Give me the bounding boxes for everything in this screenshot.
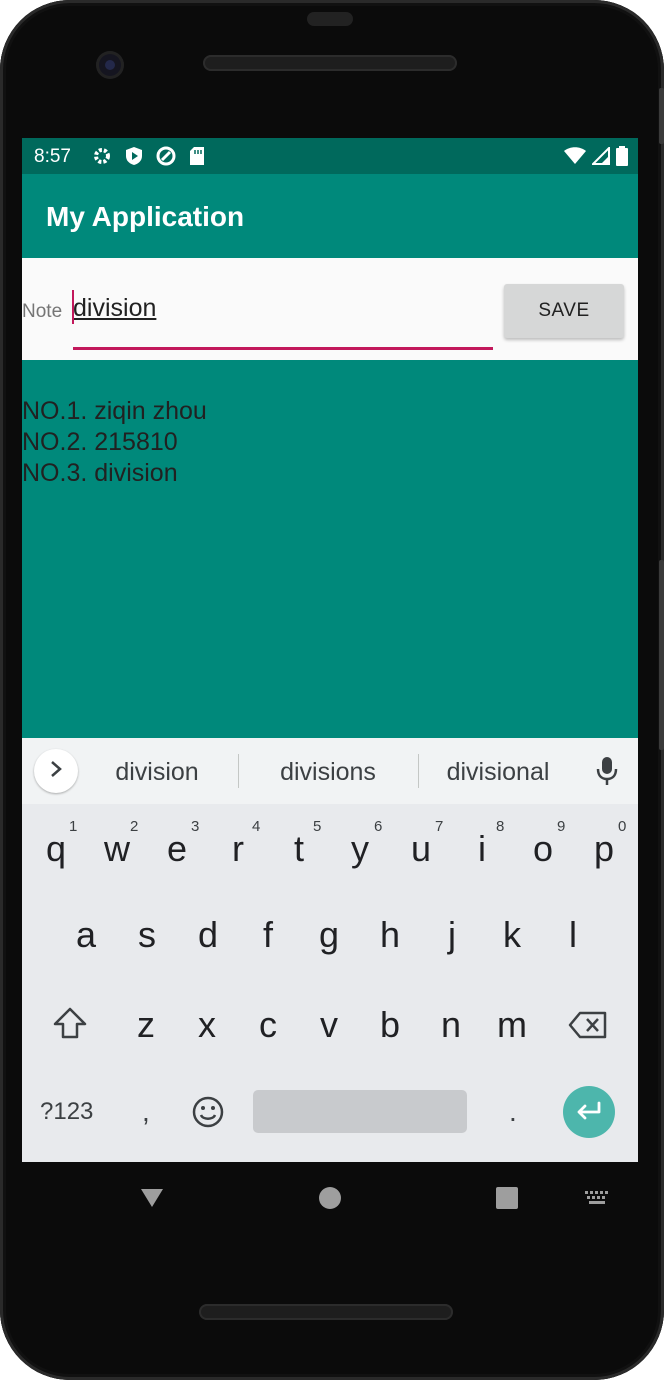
- list-item: NO.1. ziqin zhou: [22, 397, 207, 425]
- key-y[interactable]: y: [330, 828, 390, 870]
- suggestion-2[interactable]: divisions: [258, 758, 398, 787]
- key-e[interactable]: e: [147, 828, 207, 870]
- front-camera: [96, 51, 124, 79]
- key-t[interactable]: t: [269, 828, 329, 870]
- play-protect-icon: [124, 146, 144, 166]
- mic-icon[interactable]: [596, 756, 618, 791]
- key-k[interactable]: k: [482, 914, 542, 956]
- gear-icon: [92, 146, 112, 166]
- key-f[interactable]: f: [238, 914, 298, 956]
- key-x[interactable]: x: [177, 1004, 237, 1046]
- enter-icon: [577, 1101, 601, 1120]
- home-icon[interactable]: [319, 1187, 341, 1209]
- key-l[interactable]: l: [543, 914, 603, 956]
- key-d[interactable]: d: [178, 914, 238, 956]
- key-s[interactable]: s: [117, 914, 177, 956]
- suggestion-strip: division divisions divisional: [22, 738, 638, 804]
- phone-frame: 8:57 My Application Note division SAVE N…: [0, 0, 664, 1380]
- soft-keyboard: division divisions divisional 1 q 2 w 3 …: [22, 738, 638, 1162]
- battery-icon: [616, 146, 628, 166]
- bottom-speaker: [199, 1304, 453, 1320]
- key-z[interactable]: z: [116, 1004, 176, 1046]
- screen: 8:57 My Application Note division SAVE N…: [22, 138, 638, 1162]
- key-n[interactable]: n: [421, 1004, 481, 1046]
- space-key[interactable]: [253, 1090, 467, 1133]
- sd-card-icon: [188, 146, 206, 166]
- key-w[interactable]: w: [87, 828, 147, 870]
- recents-icon[interactable]: [496, 1187, 518, 1209]
- comma-key[interactable]: ,: [142, 1096, 150, 1128]
- expand-toolbar-button[interactable]: [34, 749, 78, 793]
- note-label: Note: [22, 301, 63, 322]
- data-saver-icon: [156, 146, 176, 166]
- shift-icon: [53, 1007, 87, 1039]
- back-icon[interactable]: [140, 1188, 164, 1213]
- enter-key[interactable]: [563, 1086, 615, 1138]
- note-input[interactable]: division: [73, 294, 156, 323]
- symbols-key[interactable]: ?123: [40, 1098, 93, 1126]
- key-g[interactable]: g: [299, 914, 359, 956]
- backspace-icon: [568, 1011, 607, 1039]
- emoji-key[interactable]: [191, 1095, 225, 1134]
- app-title: My Application: [46, 201, 245, 232]
- key-b[interactable]: b: [360, 1004, 420, 1046]
- save-button[interactable]: SAVE: [504, 284, 624, 338]
- suggestion-1[interactable]: division: [92, 758, 222, 787]
- app-bar: My Application: [22, 174, 638, 258]
- power-button: [659, 88, 664, 144]
- key-i[interactable]: i: [452, 828, 512, 870]
- note-input-row: Note division SAVE: [22, 258, 638, 360]
- suggestion-divider: [238, 754, 239, 788]
- input-underline: [73, 347, 493, 350]
- list-item: NO.3. division: [22, 459, 178, 487]
- key-a[interactable]: a: [56, 914, 116, 956]
- earpiece-speaker: [203, 55, 457, 71]
- suggestion-3[interactable]: divisional: [432, 758, 564, 787]
- key-v[interactable]: v: [299, 1004, 359, 1046]
- status-time: 8:57: [34, 146, 71, 167]
- key-q[interactable]: q: [26, 828, 86, 870]
- keyboard-switch-icon[interactable]: [585, 1191, 609, 1210]
- key-u[interactable]: u: [391, 828, 451, 870]
- key-o[interactable]: o: [513, 828, 573, 870]
- top-slot: [307, 12, 353, 26]
- emoji-icon: [192, 1096, 224, 1128]
- key-m[interactable]: m: [482, 1004, 542, 1046]
- key-r[interactable]: r: [208, 828, 268, 870]
- key-c[interactable]: c: [238, 1004, 298, 1046]
- backspace-key[interactable]: [568, 1011, 608, 1044]
- status-bar: 8:57: [22, 138, 638, 174]
- key-h[interactable]: h: [360, 914, 420, 956]
- key-j[interactable]: j: [422, 914, 482, 956]
- notes-area: NO.1. ziqin zhou NO.2. 215810 NO.3. divi…: [22, 360, 638, 738]
- text-cursor: [72, 290, 74, 324]
- shift-key[interactable]: [52, 1006, 88, 1045]
- list-item: NO.2. 215810: [22, 428, 178, 456]
- suggestion-divider: [418, 754, 419, 788]
- volume-button: [659, 560, 664, 750]
- chevron-right-icon: [49, 760, 63, 783]
- period-key[interactable]: .: [509, 1096, 517, 1128]
- notes-list: NO.1. ziqin zhou NO.2. 215810 NO.3. divi…: [22, 396, 207, 489]
- signal-icon: [592, 147, 610, 165]
- key-p[interactable]: p: [574, 828, 634, 870]
- wifi-icon: [564, 147, 586, 165]
